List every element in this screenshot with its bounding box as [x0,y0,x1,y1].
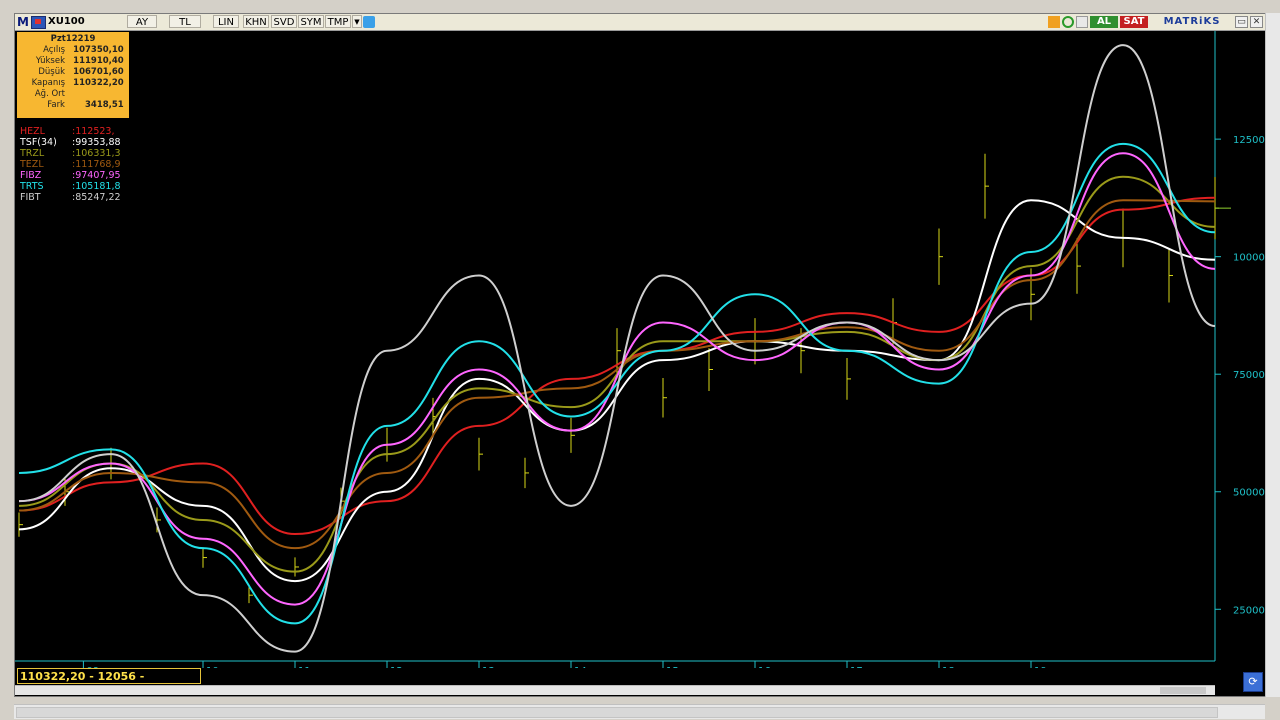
y-tick-label: 125000, [1233,135,1266,146]
scroll-thumb[interactable] [1160,687,1206,694]
x-tick-label: 14 [574,666,587,668]
series-line-hezl [18,196,1216,536]
info-label: Fark [47,100,65,110]
app-menu-button[interactable]: M [17,15,29,29]
indicator-trzl: TRZL :106331,3 [20,148,121,159]
x-tick-label: 13 [482,666,495,668]
info-label: Yüksek [35,56,65,66]
info-value: 110322,20 [73,78,124,88]
chart-toolbar: M XU100 AY TL LIN KHN SVD SYM TMP ▼ AL S… [15,14,1266,31]
symbol-field[interactable]: XU100 [48,15,128,28]
indicator-label: FIBZ [20,170,42,181]
info-row: Düşük 106701,60 [21,67,125,78]
x-tick-label: 19 [1034,666,1047,668]
x-tick-label: 18 [942,666,955,668]
twitter-icon[interactable] [363,16,375,28]
page-scroll-thumb[interactable] [16,707,1218,718]
y-tick-label: 50000, [1233,488,1266,499]
series-line-fibz [18,152,1216,606]
close-icon[interactable]: ✕ [1250,16,1263,28]
refresh-icon[interactable] [1062,16,1074,28]
x-tick-label: 17 [850,666,863,668]
indicator-value: :105181,8 [72,181,121,192]
indicator-trts: TRTS :105181,8 [20,181,121,192]
sell-button[interactable]: SAT [1120,16,1148,28]
indicator-label: TRTS [20,181,44,192]
info-row: Ağ. Ort [21,89,125,100]
tmp-button[interactable]: TMP [325,15,351,28]
indicator-value: :106331,3 [72,148,121,159]
info-label: Kapanış [31,78,65,88]
indicator-label: TEZL [20,159,44,170]
info-label: Açılış [43,45,65,55]
x-tick-label: 10 [206,666,219,668]
price-chart[interactable]: 25000,50000,75000,100000,125000,09101112… [15,31,1266,668]
info-value: 107350,10 [73,45,124,55]
info-row: Yüksek 111910,40 [21,56,125,67]
info-label: Düşük [38,67,65,77]
ohlc-info-panel: Pzt12219 Açılış 107350,10 Yüksek 111910,… [17,32,129,118]
khn-button[interactable]: KHN [243,15,269,28]
info-value: 3418,51 [84,100,124,110]
indicator-label: HEZL [20,126,45,137]
x-tick-label: 16 [758,666,771,668]
svd-button[interactable]: SVD [271,15,297,28]
indicator-value: :112523, [72,126,115,137]
lin-button[interactable]: LIN [213,15,239,28]
dropdown-arrow-icon[interactable]: ▼ [352,15,362,28]
panel-icon[interactable] [1076,16,1088,28]
y-tick-label: 100000, [1233,253,1266,264]
indicator-hezl: HEZL :112523, [20,126,115,137]
chart-settings-icon[interactable]: ⟳ [1243,672,1263,692]
info-date: Pzt12219 [50,34,96,44]
flash-icon[interactable] [1048,16,1060,28]
chart-horizontal-scrollbar[interactable] [15,685,1215,695]
x-tick-label: 11 [298,666,311,668]
indicator-label: FIBT [20,192,41,203]
indicator-label: TSF(34) [20,137,57,148]
indicator-tsf: TSF(34) :99353,88 [20,137,121,148]
x-tick-label: 12 [390,666,403,668]
y-tick-label: 75000, [1233,370,1266,381]
page-horizontal-scrollbar[interactable] [14,704,1265,719]
indicator-label: TRZL [20,148,45,159]
indicator-value: :111768,9 [72,159,121,170]
page-vertical-scrollbar[interactable] [1265,13,1280,697]
info-value: 111910,40 [73,56,124,66]
indicator-value: :99353,88 [72,137,121,148]
period-ay-button[interactable]: AY [127,15,157,28]
info-row: Kapanış 110322,20 [21,78,125,89]
chart-window: M XU100 AY TL LIN KHN SVD SYM TMP ▼ AL S… [14,13,1267,698]
indicator-tezl: TEZL :111768,9 [20,159,121,170]
info-row: Fark 3418,51 [21,100,125,111]
currency-tl-button[interactable]: TL [169,15,201,28]
minimize-icon[interactable]: ▭ [1235,16,1248,28]
indicator-value: :85247,22 [72,192,121,203]
x-tick-label: 15 [666,666,679,668]
y-tick-label: 25000, [1233,605,1266,616]
price-status-readout: 110322,20 - 12056 - 12:40:20 [17,668,201,698]
info-label: Ağ. Ort [34,89,65,99]
indicator-fibz: FIBZ :97407,95 [20,170,121,181]
brand-label: MATRiKS [1163,16,1221,27]
indicator-fibt: FIBT :85247,22 [20,192,121,203]
sym-button[interactable]: SYM [298,15,324,28]
indicator-value: :97407,95 [72,170,121,181]
info-row: Açılış 107350,10 [21,45,125,56]
info-value: 106701,60 [73,67,124,77]
buy-button[interactable]: AL [1090,16,1118,28]
series-line-trts [18,142,1216,625]
matriks-logo-icon[interactable] [31,16,46,29]
